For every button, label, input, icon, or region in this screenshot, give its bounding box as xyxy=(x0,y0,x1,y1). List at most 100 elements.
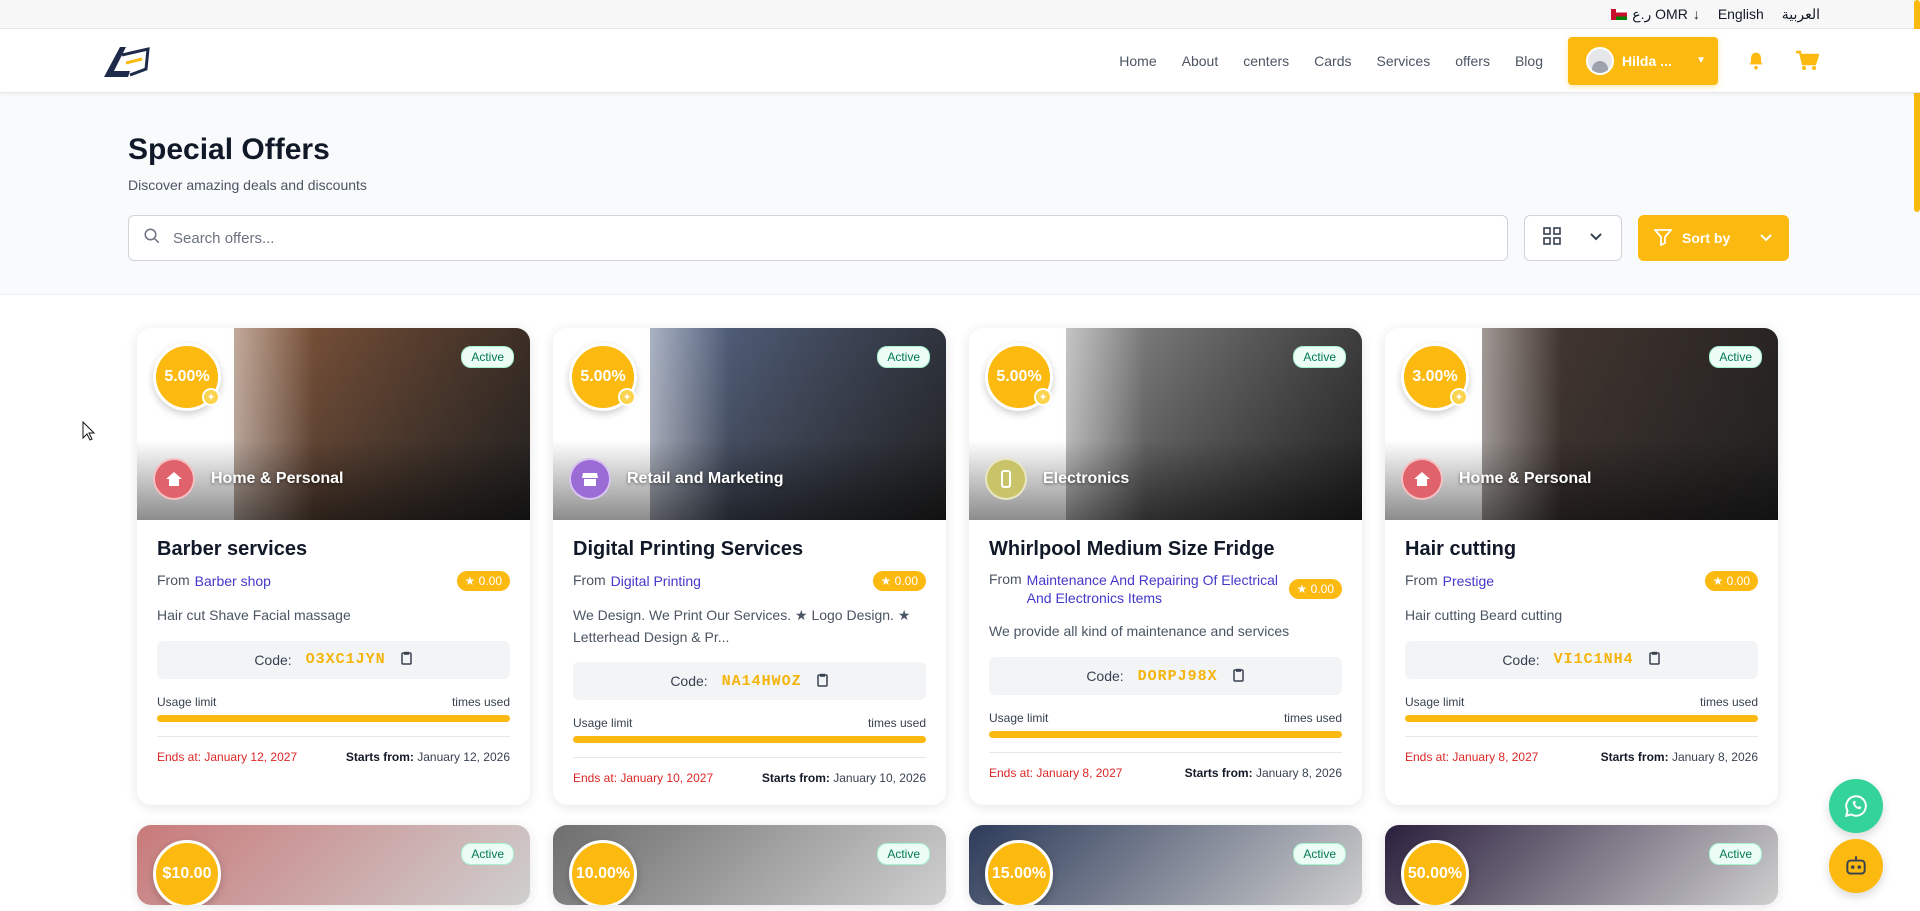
offer-title[interactable]: Hair cutting xyxy=(1405,538,1758,561)
offer-card[interactable]: 50.00% Active xyxy=(1385,825,1778,906)
vendor-link[interactable]: Prestige xyxy=(1443,572,1494,590)
ends-date: January 10, 2027 xyxy=(620,771,714,786)
starts-from: Starts from: January 12, 2026 xyxy=(346,750,510,764)
nav-centers[interactable]: centers xyxy=(1243,53,1289,69)
bell-icon[interactable] xyxy=(1743,48,1769,74)
user-name: Hilda ... xyxy=(1622,52,1672,69)
offer-card[interactable]: $10.00 Active xyxy=(137,825,530,906)
nav-home[interactable]: Home xyxy=(1119,53,1156,69)
offer-image: 5.00% ✦ Active Home & Personal xyxy=(137,328,530,520)
language-english[interactable]: English xyxy=(1718,6,1764,22)
nav-cards[interactable]: Cards xyxy=(1314,53,1351,69)
offers-hero: Special Offers Discover amazing deals an… xyxy=(0,93,1920,295)
sort-by-button[interactable]: Sort by xyxy=(1638,215,1789,261)
rating-badge: ★ 0.00 xyxy=(456,571,510,591)
ends-at: Ends at: January 8, 2027 xyxy=(1405,750,1538,764)
discount-value: $10.00 xyxy=(162,865,212,883)
offer-card[interactable]: 5.00% ✦ Active Electronics Whirlpool Med… xyxy=(969,328,1362,806)
code-label: Code: xyxy=(670,673,708,690)
usage-limit-label: Usage limit xyxy=(573,716,633,731)
chatbot-button[interactable] xyxy=(1829,839,1883,893)
ends-label: Ends at: xyxy=(989,766,1034,781)
offer-body: Barber services From Barber shop ★ 0.00 … xyxy=(137,520,530,784)
offer-card[interactable]: 15.00% Active xyxy=(969,825,1362,906)
view-mode-select[interactable] xyxy=(1524,215,1622,261)
offer-card[interactable]: 10.00% Active xyxy=(553,825,946,906)
discount-badge: 3.00% ✦ xyxy=(1401,343,1469,411)
vendor-link[interactable]: Barber shop xyxy=(195,572,271,590)
offer-image: 15.00% Active xyxy=(969,825,1362,906)
discount-badge: 50.00% xyxy=(1401,840,1469,906)
usage-progress-bar xyxy=(1405,714,1758,722)
vendor-link[interactable]: Maintenance And Repairing Of Electrical … xyxy=(1027,571,1289,607)
from-label: From xyxy=(157,571,190,588)
offer-body: Hair cutting From Prestige ★ 0.00 Hair c… xyxy=(1385,520,1778,784)
offer-dates: Ends at: January 12, 2027 Starts from: J… xyxy=(157,735,510,764)
currency-label: ر.ع OMR xyxy=(1632,5,1688,22)
home-icon xyxy=(153,458,195,500)
coupon-code-box: Code: NA14HWOZ xyxy=(573,662,926,701)
discount-value: 5.00% xyxy=(580,368,626,385)
ends-date: January 8, 2027 xyxy=(1036,766,1123,781)
filter-controls: Sort by xyxy=(128,215,1792,261)
sort-by-label: Sort by xyxy=(1682,230,1731,246)
starts-date: January 10, 2026 xyxy=(833,771,926,786)
starts-label: Starts from: xyxy=(1184,766,1253,781)
times-used-label: times used xyxy=(1283,711,1342,726)
ends-label: Ends at: xyxy=(1405,749,1450,764)
sparkle-icon: ✦ xyxy=(1450,388,1468,406)
copy-icon[interactable] xyxy=(400,651,413,668)
discount-badge: 5.00% ✦ xyxy=(569,343,637,411)
category-label: Electronics xyxy=(1043,470,1130,487)
usage-progress-bar xyxy=(157,714,510,722)
category-label: Home & Personal xyxy=(1459,470,1592,487)
phone-icon xyxy=(985,458,1027,500)
offer-image: 5.00% ✦ Active Retail and Marketing xyxy=(553,328,946,520)
whatsapp-icon xyxy=(1844,795,1867,818)
coupon-code: NA14HWOZ xyxy=(721,672,802,690)
user-menu-button[interactable]: Hilda ... ▼ xyxy=(1568,36,1718,85)
offer-card[interactable]: 3.00% ✦ Active Home & Personal Hair cutt… xyxy=(1385,328,1778,806)
rating-badge: ★ 0.00 xyxy=(1288,579,1342,600)
search-input[interactable] xyxy=(173,229,1493,247)
coupon-code: O3XC1JYN xyxy=(305,651,386,669)
offer-title[interactable]: Whirlpool Medium Size Fridge xyxy=(989,538,1342,561)
starts-label: Starts from: xyxy=(345,749,414,764)
vendor-line: From Prestige xyxy=(1405,572,1494,590)
whatsapp-button[interactable] xyxy=(1829,779,1883,833)
nav-blog[interactable]: Blog xyxy=(1515,53,1543,69)
offer-image: 5.00% ✦ Active Electronics xyxy=(969,328,1362,520)
offer-card[interactable]: 5.00% ✦ Active Retail and Marketing Digi… xyxy=(553,328,946,806)
offer-title[interactable]: Barber services xyxy=(157,538,510,561)
rating-badge: ★ 0.00 xyxy=(872,571,926,591)
site-logo[interactable] xyxy=(100,41,152,81)
starts-from: Starts from: January 10, 2026 xyxy=(762,771,926,785)
sparkle-icon: ✦ xyxy=(618,388,636,406)
store-icon xyxy=(569,458,611,500)
copy-icon[interactable] xyxy=(1232,668,1245,685)
currency-selector[interactable]: ر.ع OMR ↓ xyxy=(1611,6,1700,23)
language-arabic[interactable]: العربية xyxy=(1782,6,1820,23)
offer-vendor-row: From Digital Printing ★ 0.00 xyxy=(573,571,926,591)
discount-value: 15.00% xyxy=(991,865,1047,883)
offer-image: 10.00% Active xyxy=(553,825,946,906)
copy-icon[interactable] xyxy=(816,673,829,690)
status-badge: Active xyxy=(1709,346,1762,368)
offer-image: 50.00% Active xyxy=(1385,825,1778,906)
cart-icon[interactable] xyxy=(1794,48,1820,74)
nav-about[interactable]: About xyxy=(1182,53,1219,69)
offer-title[interactable]: Digital Printing Services xyxy=(573,538,926,561)
offer-card[interactable]: 5.00% ✦ Active Home & Personal Barber se… xyxy=(137,328,530,806)
discount-badge: 5.00% ✦ xyxy=(153,343,221,411)
copy-icon[interactable] xyxy=(1648,651,1661,668)
from-label: From xyxy=(573,571,606,588)
vendor-link[interactable]: Digital Printing xyxy=(611,572,701,590)
nav-offers[interactable]: offers xyxy=(1455,53,1490,69)
nav-services[interactable]: Services xyxy=(1377,53,1431,69)
search-box xyxy=(128,215,1508,261)
page-subtitle: Discover amazing deals and discounts xyxy=(128,177,367,193)
mouse-cursor-icon xyxy=(82,420,96,446)
avatar xyxy=(1586,46,1614,75)
usage-limit-label: Usage limit xyxy=(989,711,1049,726)
code-label: Code: xyxy=(254,651,292,668)
